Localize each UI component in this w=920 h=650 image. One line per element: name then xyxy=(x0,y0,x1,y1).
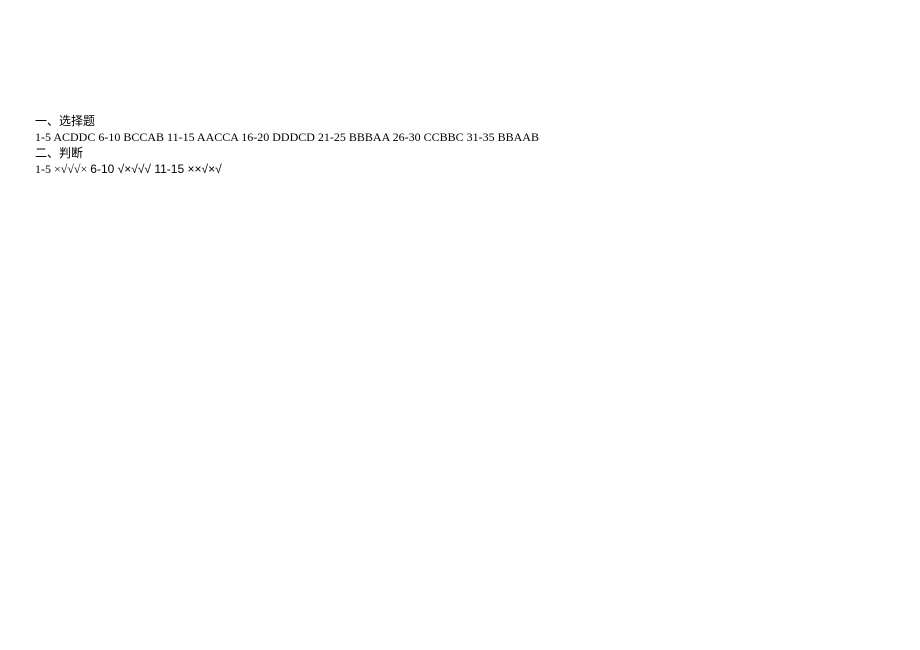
judgement-answers: 1-5 ×√√√× 6-10 √×√√√ 11-15 ××√×√ xyxy=(35,161,920,177)
document-page: 一、选择题 1-5 ACDDC 6-10 BCCAB 11-15 AACCA 1… xyxy=(0,0,920,177)
judgement-group-1-5: 1-5 ×√√√× xyxy=(35,162,90,176)
section-heading-judgement: 二、判断 xyxy=(35,145,920,161)
choice-answers: 1-5 ACDDC 6-10 BCCAB 11-15 AACCA 16-20 D… xyxy=(35,129,920,145)
section-heading-choice: 一、选择题 xyxy=(35,113,920,129)
judgement-group-6-15: 6-10 √×√√√ 11-15 ××√×√ xyxy=(90,162,221,176)
